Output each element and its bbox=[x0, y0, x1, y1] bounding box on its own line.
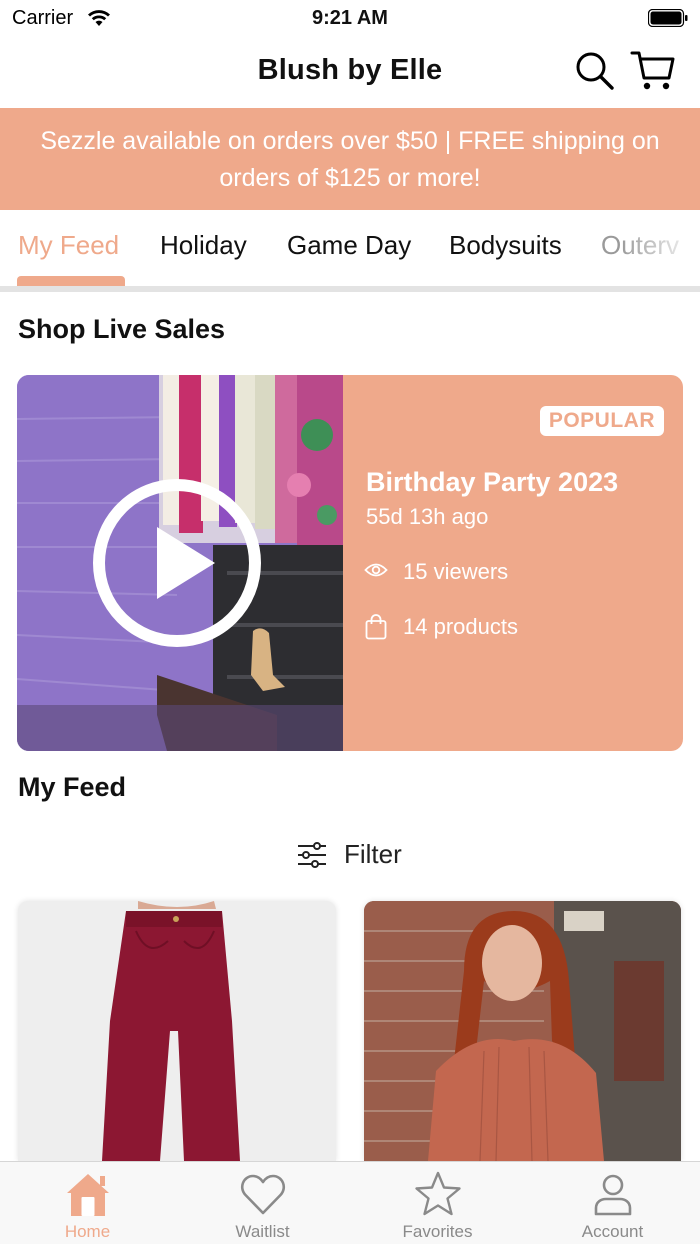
product-image-rust-blouse bbox=[364, 901, 681, 1161]
live-sales-heading: Shop Live Sales bbox=[18, 314, 226, 344]
heart-icon bbox=[240, 1174, 286, 1215]
eye-icon bbox=[364, 563, 388, 577]
tab-bodysuits[interactable]: Bodysuits bbox=[449, 230, 562, 261]
play-icon[interactable] bbox=[93, 479, 261, 647]
nav-home[interactable]: Home bbox=[0, 1162, 175, 1244]
search-button[interactable] bbox=[574, 50, 616, 92]
cart-icon bbox=[630, 51, 675, 90]
filter-label: Filter bbox=[344, 839, 402, 869]
battery-icon bbox=[648, 9, 688, 27]
promo-banner: Sezzle available on orders over $50 | FR… bbox=[0, 108, 700, 210]
filter-sliders-icon bbox=[298, 842, 326, 868]
live-sale-details[interactable]: POPULAR Birthday Party 2023 55d 13h ago … bbox=[343, 375, 683, 751]
status-time: 9:21 AM bbox=[312, 7, 388, 29]
status-bar: Carrier 9:21 AM bbox=[0, 0, 700, 36]
app-header: Blush by Elle bbox=[0, 36, 700, 108]
tabs-fade-overlay bbox=[620, 210, 700, 286]
search-icon bbox=[576, 52, 614, 90]
bottom-tab-bar: Home Waitlist Favorites Account bbox=[0, 1161, 700, 1244]
nav-home-label: Home bbox=[64, 1222, 111, 1241]
shopping-bag-icon bbox=[365, 614, 387, 640]
live-sale-title: Birthday Party 2023 bbox=[366, 467, 619, 497]
category-tabs: My Feed Holiday Game Day Bodysuits Outer… bbox=[0, 210, 700, 286]
popular-badge: POPULAR bbox=[539, 406, 664, 436]
live-sale-card[interactable]: POPULAR Birthday Party 2023 55d 13h ago … bbox=[17, 375, 683, 751]
product-card[interactable] bbox=[364, 901, 681, 1161]
nav-waitlist-label: Waitlist bbox=[235, 1222, 290, 1241]
active-tab-indicator bbox=[17, 276, 125, 286]
tab-game-day[interactable]: Game Day bbox=[287, 230, 411, 261]
nav-waitlist[interactable]: Waitlist bbox=[175, 1162, 350, 1244]
product-image-red-jeans bbox=[18, 901, 336, 1161]
tab-my-feed[interactable]: My Feed bbox=[18, 230, 119, 261]
product-count: 14 products bbox=[403, 614, 518, 639]
viewer-count: 15 viewers bbox=[403, 559, 509, 584]
tabs-divider bbox=[0, 286, 700, 292]
person-icon bbox=[594, 1174, 632, 1216]
product-card[interactable] bbox=[18, 901, 336, 1161]
home-icon bbox=[67, 1174, 109, 1216]
filter-button[interactable]: Filter bbox=[0, 836, 700, 872]
feed-heading: My Feed bbox=[18, 772, 127, 802]
cart-button[interactable] bbox=[630, 48, 676, 94]
live-sale-thumbnail[interactable] bbox=[17, 375, 343, 751]
tab-holiday[interactable]: Holiday bbox=[160, 230, 247, 261]
promo-banner-text: Sezzle available on orders over $50 | FR… bbox=[40, 127, 660, 192]
nav-favorites-label: Favorites bbox=[402, 1222, 473, 1241]
live-sale-time-ago: 55d 13h ago bbox=[366, 504, 489, 529]
nav-favorites[interactable]: Favorites bbox=[350, 1162, 525, 1244]
nav-account[interactable]: Account bbox=[525, 1162, 700, 1244]
nav-account-label: Account bbox=[581, 1222, 644, 1241]
star-icon bbox=[415, 1171, 461, 1216]
